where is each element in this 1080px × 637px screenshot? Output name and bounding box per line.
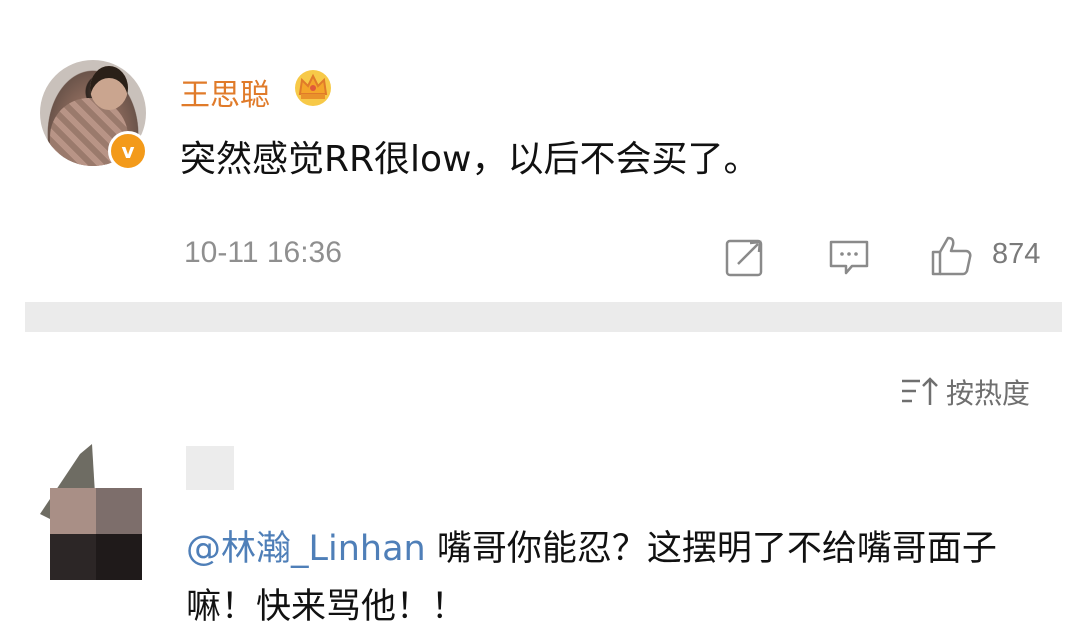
crown-icon [295, 70, 331, 106]
post-timestamp: 10-11 16:36 [184, 236, 342, 269]
sort-icon [902, 377, 938, 405]
section-divider [25, 302, 1062, 332]
comment-text: @林瀚_Linhan 嘴哥你能忍？这摆明了不给嘴哥面子嘛！快来骂他！！ [186, 520, 1046, 636]
commenter-name-redacted [186, 446, 234, 490]
verified-badge-icon: v [108, 131, 148, 171]
thumbs-up-icon[interactable] [930, 234, 972, 276]
repost-icon[interactable] [724, 236, 766, 278]
sort-label: 按热度 [946, 377, 1031, 410]
post-text: 突然感觉RR很low，以后不会买了。 [180, 139, 760, 180]
sort-toggle[interactable]: 按热度 [900, 372, 1030, 412]
mention-link[interactable]: @林瀚_Linhan [186, 529, 426, 569]
commenter-avatar[interactable] [40, 444, 142, 580]
comment-icon[interactable] [828, 236, 870, 278]
like-count: 874 [992, 238, 1041, 270]
author-name[interactable]: 王思聪 [180, 70, 270, 114]
avatar-head [90, 66, 128, 110]
